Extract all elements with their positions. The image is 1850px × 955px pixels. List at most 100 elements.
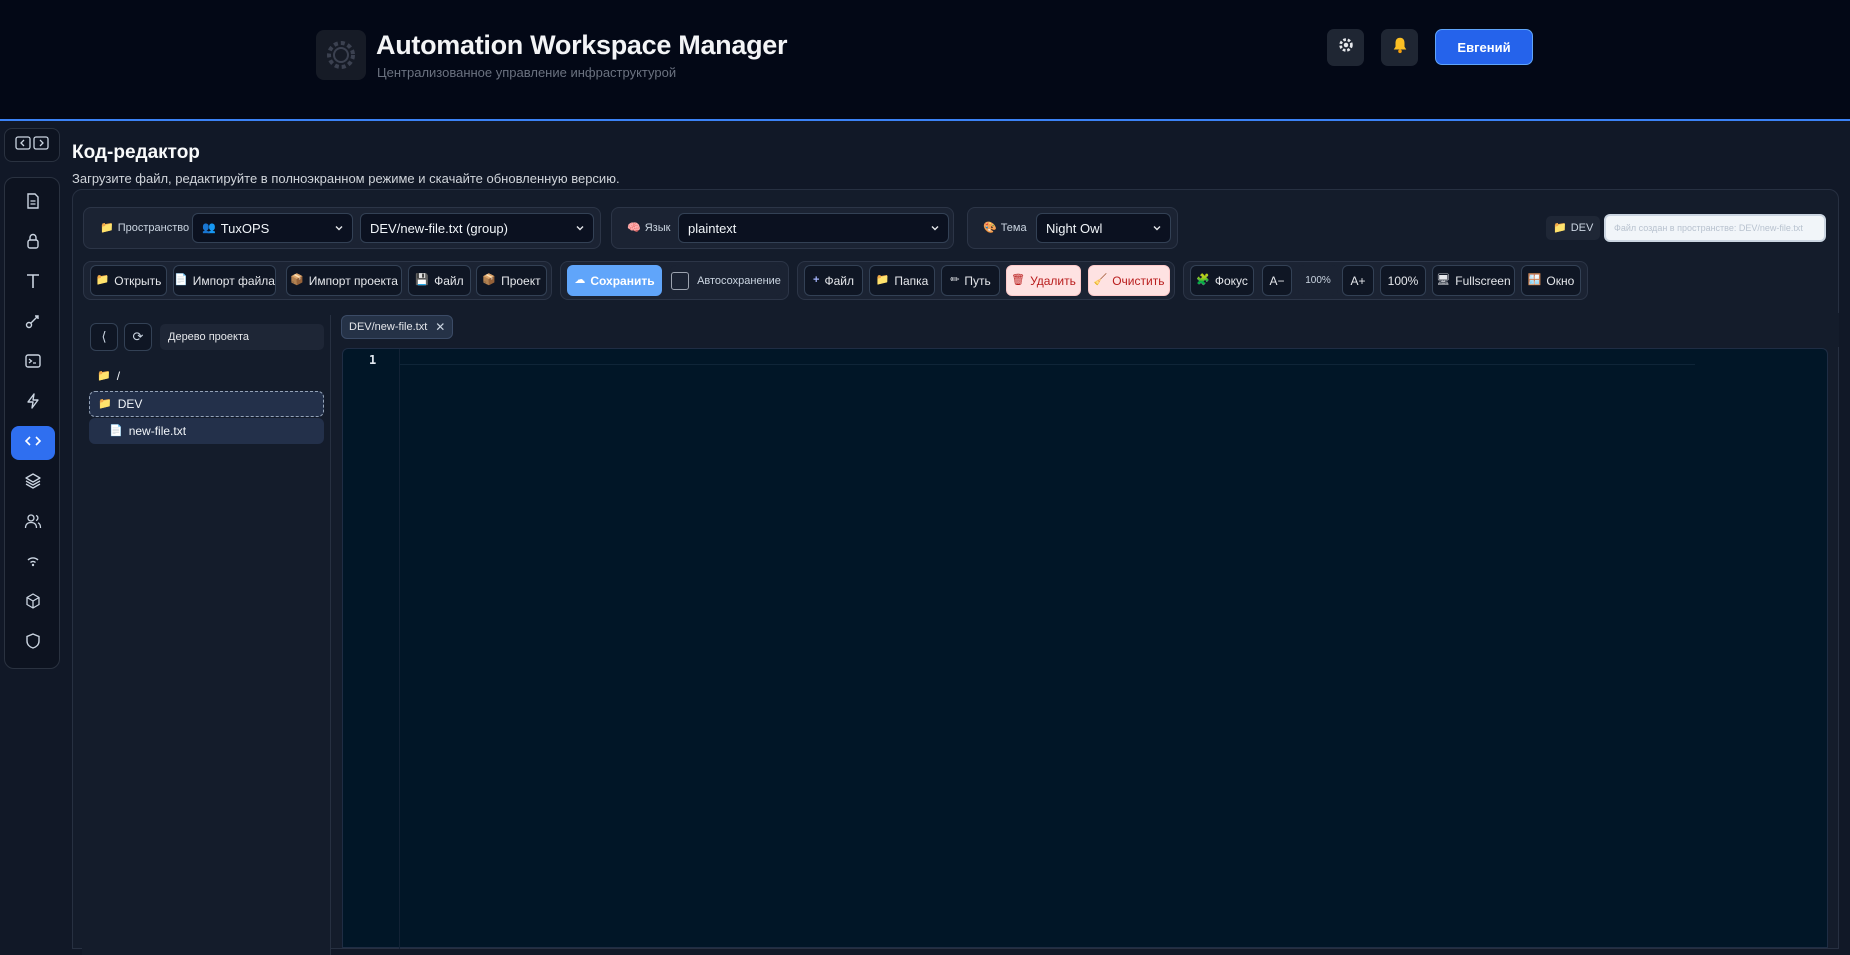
new-folder-label: Папка <box>894 273 929 288</box>
focus-button[interactable]: 🧩 Фокус <box>1190 265 1254 296</box>
save-button[interactable]: ☁ Сохранить <box>567 265 662 296</box>
font-size-value: 100% <box>1298 265 1338 296</box>
chevron-down-icon <box>1153 226 1161 231</box>
font-decrease-button[interactable]: A− <box>1262 265 1292 296</box>
user-menu-button[interactable]: Евгений <box>1435 29 1533 65</box>
terminal-icon <box>24 352 42 375</box>
sidebar-item-tools[interactable] <box>11 306 55 340</box>
active-line-highlight <box>399 364 1695 365</box>
app-subtitle: Централизованное управление инфраструкту… <box>377 65 677 80</box>
autosave-checkbox[interactable] <box>671 271 690 290</box>
theme-label: 🎨 Тема <box>983 222 1027 234</box>
close-icon[interactable]: ✕ <box>435 320 445 334</box>
bell-icon <box>1391 36 1409 59</box>
file-select[interactable]: DEV/new-file.txt (group) <box>360 213 594 243</box>
file-tree-panel: ⟨ ⟳ Дерево проекта 📁 / 📁 DEV 📄 new-file.txt <box>82 315 331 955</box>
delete-button[interactable]: 🗑 Удалить <box>1006 265 1081 296</box>
sidebar-item-code-editor[interactable] <box>11 426 55 460</box>
download-file-label: Файл <box>434 273 464 288</box>
folder-icon: 📁 <box>98 397 112 410</box>
zoom-reset-button[interactable]: 100% <box>1380 265 1426 296</box>
language-label: 🧠 Язык <box>627 222 670 234</box>
package-icon: 📦 <box>290 274 304 286</box>
shield-icon <box>24 632 42 655</box>
language-label-text: Язык <box>644 222 671 234</box>
tree-item-dev[interactable]: 📁 DEV <box>89 391 324 417</box>
open-button[interactable]: 📁 Открыть <box>90 265 167 296</box>
sidebar-item-documents[interactable] <box>11 186 55 220</box>
chevron-down-icon <box>335 226 343 231</box>
sidebar-item-terminal[interactable] <box>11 346 55 380</box>
editor-gutter <box>399 349 400 949</box>
sidebar-item-secrets[interactable] <box>11 226 55 260</box>
broom-icon: 🧹 <box>1093 274 1108 286</box>
download-file-button[interactable]: 💾 Файл <box>408 265 471 296</box>
path-label: Путь <box>964 273 991 288</box>
collapse-left-icon <box>15 135 31 156</box>
sidebar-item-automation[interactable] <box>11 386 55 420</box>
font-increase-button[interactable]: A+ <box>1342 265 1374 296</box>
tree-item-label: / <box>116 369 121 383</box>
collapse-tree-button[interactable]: ⟨ <box>90 323 118 351</box>
code-editor[interactable]: 1 <box>342 348 1828 949</box>
lightning-icon <box>24 392 42 415</box>
tree-search-input[interactable]: Дерево проекта <box>160 324 324 350</box>
space-select[interactable]: 👥 TuxOPS <box>192 213 353 243</box>
import-file-button[interactable]: 📄 Импорт файла <box>173 265 276 296</box>
window-button[interactable]: 🪟 Окно <box>1521 265 1581 296</box>
folder-icon: 📁 <box>100 221 114 234</box>
open-label: Открыть <box>114 273 162 288</box>
code-icon <box>24 432 42 455</box>
sidebar-item-users[interactable] <box>11 506 55 540</box>
space-badge: 📁 DEV <box>1546 216 1601 240</box>
editor-tab-bar <box>332 313 1839 347</box>
sidebar-item-security[interactable] <box>11 626 55 660</box>
window-icon: 🪟 <box>1527 274 1542 286</box>
editor-tab[interactable]: DEV/new-file.txt ✕ <box>341 315 454 339</box>
tree-item-root[interactable]: 📁 / <box>89 363 324 389</box>
refresh-tree-button[interactable]: ⟳ <box>124 323 152 351</box>
autosave-toggle[interactable]: Автосохранение <box>670 265 782 296</box>
chevron-down-icon <box>576 226 584 231</box>
page-title: Код-редактор <box>72 142 200 163</box>
lock-icon <box>24 232 42 255</box>
app-title: Automation Workspace Manager <box>376 30 788 60</box>
theme-label-text: Тема <box>1000 222 1027 234</box>
language-select-value: plaintext <box>688 220 737 236</box>
users-icon <box>24 512 42 535</box>
download-project-button[interactable]: 📦 Проект <box>476 265 547 296</box>
brain-icon: 🧠 <box>627 221 641 234</box>
palette-icon: 🎨 <box>983 221 997 234</box>
settings-button[interactable] <box>1327 29 1364 66</box>
path-button[interactable]: ✏ Путь <box>941 265 1000 296</box>
sidebar-toggle-button[interactable] <box>4 128 60 162</box>
gear-icon <box>1337 36 1355 59</box>
wrench-icon <box>24 312 42 335</box>
tree-item-new-file[interactable]: 📄 new-file.txt <box>89 418 324 444</box>
pencil-icon: ✏ <box>950 274 960 286</box>
fullscreen-button[interactable]: 🖥 Fullscreen <box>1432 265 1515 296</box>
window-label: Окно <box>1546 273 1575 288</box>
document-icon: 📄 <box>109 424 123 437</box>
theme-select[interactable]: Night Owl <box>1036 213 1171 243</box>
clear-button[interactable]: 🧹 Очистить <box>1088 265 1170 296</box>
tree-item-label: new-file.txt <box>128 424 187 438</box>
cloud-icon: ☁ <box>574 274 586 286</box>
sidebar-item-packages[interactable] <box>11 586 55 620</box>
app-header: Automation Workspace Manager Централизов… <box>0 0 1850 121</box>
theme-select-value: Night Owl <box>1046 220 1103 236</box>
plus-icon: + <box>813 274 820 286</box>
import-project-button[interactable]: 📦 Импорт проекта <box>286 265 402 296</box>
new-file-button[interactable]: + Файл <box>804 265 863 296</box>
sidebar-item-layers[interactable] <box>11 466 55 500</box>
sidebar-item-network[interactable] <box>11 546 55 580</box>
document-icon <box>24 192 42 215</box>
tree-item-label: DEV <box>117 397 143 411</box>
status-field[interactable]: Файл создан в пространстве: DEV/new-file… <box>1604 214 1826 242</box>
sidebar-item-text[interactable] <box>11 266 55 300</box>
cube-icon <box>24 592 42 615</box>
language-select[interactable]: plaintext <box>678 213 949 243</box>
notifications-button[interactable] <box>1381 29 1418 66</box>
new-folder-button[interactable]: 📁 Папка <box>869 265 935 296</box>
import-file-label: Импорт файла <box>192 273 275 288</box>
